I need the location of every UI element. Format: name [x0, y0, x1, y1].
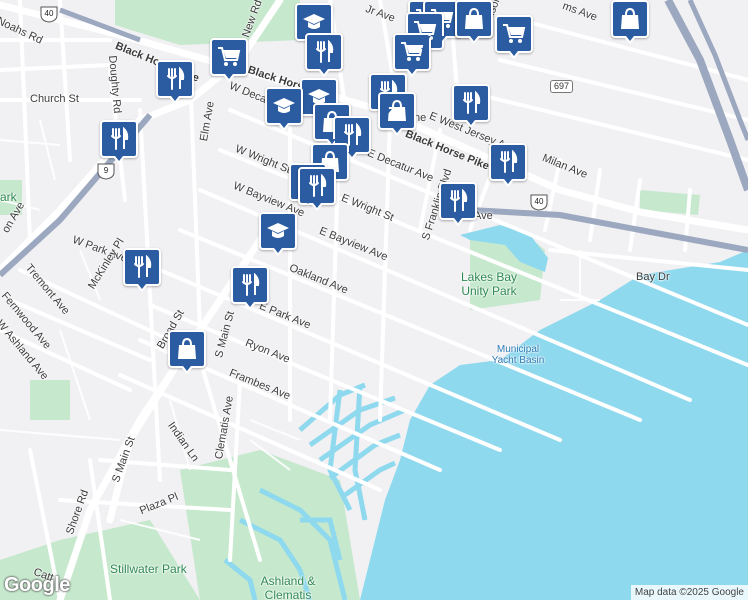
map-canvas[interactable]: Noahs Rd Church St Doughty Rd Black Hors…: [0, 0, 748, 600]
us-route-shield: 9: [97, 162, 115, 180]
google-logo: Google: [4, 574, 70, 596]
poi-pin-shopping-cart[interactable]: [210, 38, 248, 82]
poi-pin-shopping-bag[interactable]: [611, 0, 649, 44]
poi-pin-fork-knife[interactable]: [489, 143, 527, 187]
poi-pin-graduation-cap[interactable]: [259, 212, 297, 256]
poi-pin-fork-knife[interactable]: [231, 266, 269, 310]
park-label: Ashland & Clematis: [260, 574, 316, 600]
state-route-shield: 697: [550, 80, 574, 93]
street-label: Church St: [30, 93, 79, 105]
poi-pin-shopping-bag[interactable]: [168, 330, 206, 374]
poi-pin-fork-knife[interactable]: [452, 84, 490, 128]
poi-pin-fork-knife[interactable]: [439, 182, 477, 226]
us-route-shield: 40: [40, 5, 58, 23]
map-attribution[interactable]: Map data ©2025 Google: [630, 585, 748, 600]
park-label: Stillwater Park: [110, 562, 187, 576]
street-label: Bay Dr: [636, 271, 670, 283]
poi-pin-fork-knife[interactable]: [156, 60, 194, 104]
poi-pin-fork-knife[interactable]: [100, 120, 138, 164]
poi-pin-shopping-bag[interactable]: [455, 0, 493, 44]
poi-pin-graduation-cap[interactable]: [265, 87, 303, 131]
poi-pin-shopping-cart[interactable]: [495, 15, 533, 59]
poi-pin-fork-knife[interactable]: [123, 248, 161, 292]
park-label: ark: [0, 190, 17, 204]
water-label: Municipal Yacht Basin: [491, 344, 545, 366]
park-label: Lakes Bay Unity Park: [460, 270, 518, 298]
us-route-shield: 40: [530, 193, 548, 211]
